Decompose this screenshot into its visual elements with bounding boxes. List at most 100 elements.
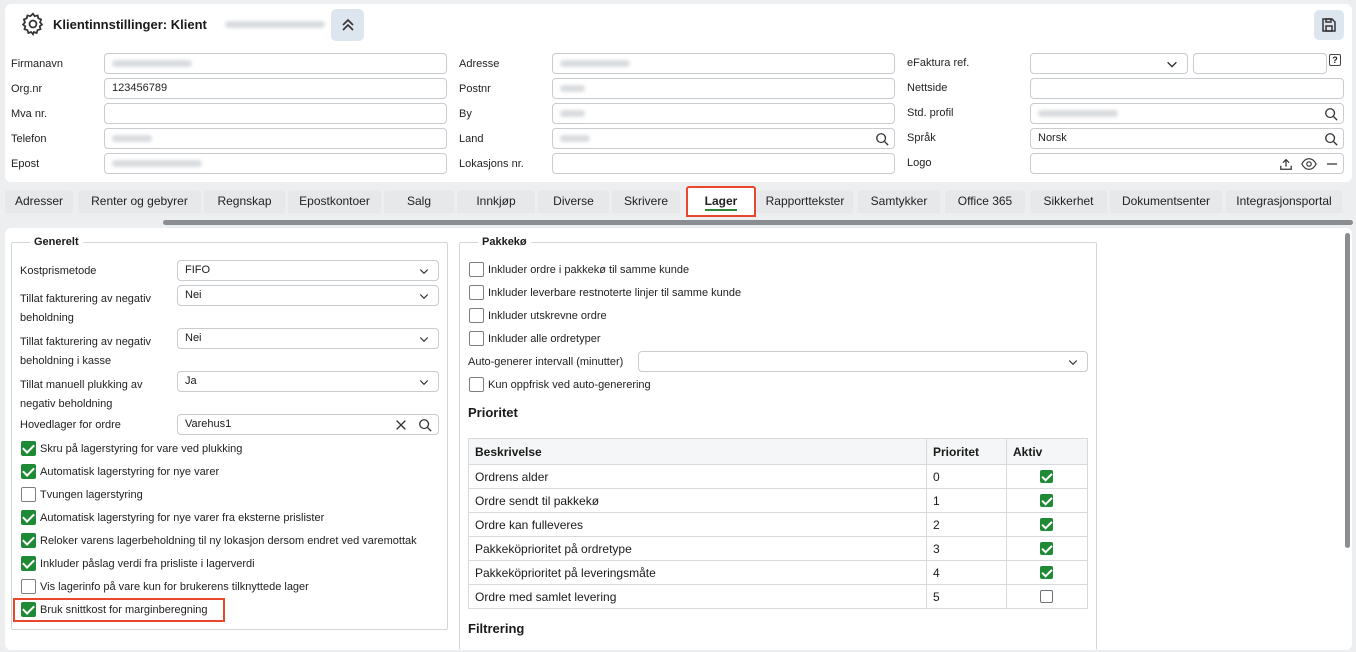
row-active-cell: [1006, 488, 1088, 513]
efaktura-select[interactable]: [1030, 53, 1188, 74]
tab-integrasjonsportal[interactable]: Integrasjonsportal: [1226, 190, 1342, 213]
tab-samtykker[interactable]: Samtykker: [858, 190, 940, 213]
chevron-up-double-icon: [342, 18, 354, 31]
kun-oppfrisk-checkbox[interactable]: [469, 377, 484, 392]
tab-label: Adresser: [14, 194, 64, 208]
header-card: Klientinnstillinger: Klient Firmanavn Or…: [5, 4, 1352, 182]
save-button[interactable]: [1314, 10, 1344, 40]
help-icon[interactable]: ?: [1329, 54, 1341, 66]
clear-icon[interactable]: [394, 418, 408, 432]
pakkeko-checkbox[interactable]: [469, 262, 484, 277]
auto-select[interactable]: [638, 351, 1088, 372]
col-prioritet[interactable]: Prioritet: [926, 438, 1007, 465]
upload-icon[interactable]: [1279, 157, 1293, 171]
tab-adresser[interactable]: Adresser: [5, 190, 73, 213]
postnr-input[interactable]: [552, 78, 895, 99]
row-active-cell: [1006, 560, 1088, 585]
row-active-cell: [1006, 512, 1088, 537]
table-row[interactable]: Pakkeköprioritet på ordretype 3: [468, 536, 1088, 561]
generelt-checkbox[interactable]: [21, 579, 36, 594]
tab-salg[interactable]: Salg: [384, 190, 454, 213]
tab-lager[interactable]: Lager: [686, 186, 756, 217]
mva-input[interactable]: [104, 103, 447, 124]
pakkeko-checkbox-label: Inkluder leverbare restnoterte linjer ti…: [488, 287, 742, 299]
row-active-checkbox[interactable]: [1040, 566, 1053, 579]
hovedlager-input[interactable]: Varehus1: [177, 414, 439, 435]
lager-panel: Generelt Kostprismetode FIFO Tillat fakt…: [5, 228, 1352, 650]
generelt-checkbox[interactable]: [21, 510, 36, 525]
nettside-label: Nettside: [907, 82, 948, 94]
sprak-input[interactable]: Norsk: [1030, 128, 1344, 149]
land-input[interactable]: [552, 128, 895, 149]
collapse-button[interactable]: [331, 9, 364, 41]
col-beskrivelse[interactable]: Beskrivelse: [468, 438, 927, 465]
epost-input[interactable]: [104, 153, 447, 174]
table-row[interactable]: Ordre sendt til pakkekø 1: [468, 488, 1088, 513]
row-description: Ordre sendt til pakkekø: [468, 488, 927, 513]
generelt-checkbox[interactable]: [21, 556, 36, 571]
search-icon[interactable]: [1324, 132, 1338, 146]
pakkeko-checkbox[interactable]: [469, 285, 484, 300]
nettside-input[interactable]: [1030, 78, 1344, 99]
tab-label: Renter og gebyrer: [91, 194, 188, 208]
row-active-checkbox[interactable]: [1040, 470, 1053, 483]
pakkeko-checkbox[interactable]: [469, 331, 484, 346]
generelt-checkbox-label: Automatisk lagerstyring for nye varer fr…: [40, 512, 325, 524]
std-profil-input[interactable]: [1030, 103, 1344, 124]
lokasjon-input[interactable]: [552, 153, 895, 174]
tab-office-365[interactable]: Office 365: [945, 190, 1025, 213]
tab-epostkontoer[interactable]: Epostkontoer: [288, 190, 381, 213]
col-aktiv[interactable]: Aktiv: [1006, 438, 1088, 465]
firmanavn-input[interactable]: [104, 53, 447, 74]
row-active-checkbox[interactable]: [1040, 494, 1053, 507]
table-row[interactable]: Pakkeköprioritet på leveringsmåte 4: [468, 560, 1088, 585]
minus-icon[interactable]: [1326, 157, 1338, 171]
firmanavn-label: Firmanavn: [11, 58, 63, 70]
tab-label: Integrasjonsportal: [1236, 194, 1332, 208]
tab-diverse[interactable]: Diverse: [538, 190, 609, 213]
table-row[interactable]: Ordrens alder 0: [468, 464, 1088, 489]
eye-icon[interactable]: [1301, 157, 1317, 171]
orgnr-input[interactable]: 123456789: [104, 78, 447, 99]
adresse-label: Adresse: [459, 58, 500, 70]
row-priority: 1: [926, 488, 1007, 513]
kostprismetode-label: Kostprismetode: [20, 265, 97, 277]
tab-regnskap[interactable]: Regnskap: [204, 190, 285, 213]
adresse-input[interactable]: [552, 53, 895, 74]
tab-sikkerhet[interactable]: Sikkerhet: [1030, 190, 1107, 213]
search-icon[interactable]: [418, 418, 432, 432]
row-active-cell: [1006, 536, 1088, 561]
by-input[interactable]: [552, 103, 895, 124]
telefon-input[interactable]: [104, 128, 447, 149]
kostprismetode-select[interactable]: FIFO: [177, 260, 439, 281]
tab-renter-og-gebyrer[interactable]: Renter og gebyrer: [78, 190, 201, 213]
generelt-checkbox[interactable]: [21, 441, 36, 456]
row-active-checkbox[interactable]: [1040, 590, 1053, 603]
tab-innkjøp[interactable]: Innkjøp: [457, 190, 535, 213]
manuell-select[interactable]: Ja: [177, 371, 439, 392]
generelt-checkbox[interactable]: [21, 464, 36, 479]
search-icon[interactable]: [1324, 107, 1338, 121]
tab-dokumentsenter[interactable]: Dokumentsenter: [1110, 190, 1222, 213]
table-row[interactable]: Ordre kan fulleveres 2: [468, 512, 1088, 537]
tab-label: Innkjøp: [476, 194, 516, 208]
panel-scrollbar[interactable]: [1345, 233, 1350, 548]
tab-scrollbar[interactable]: [163, 220, 1353, 225]
table-row[interactable]: Ordre med samlet levering 5: [468, 584, 1088, 609]
epost-label: Epost: [11, 158, 40, 170]
sprak-label: Språk: [907, 132, 936, 144]
search-icon[interactable]: [875, 132, 889, 146]
neg-kasse-select[interactable]: Nei: [177, 328, 439, 349]
efaktura-input[interactable]: [1193, 53, 1327, 74]
neg-beh-select[interactable]: Nei: [177, 285, 439, 306]
manuell-label: Tillat manuell plukking av negativ behold…: [20, 379, 143, 410]
generelt-checkbox[interactable]: [21, 533, 36, 548]
row-active-checkbox[interactable]: [1040, 518, 1053, 531]
logo-input[interactable]: [1030, 153, 1344, 174]
tab-rapporttekster[interactable]: Rapporttekster: [757, 190, 853, 213]
tab-skrivere[interactable]: Skrivere: [612, 190, 680, 213]
generelt-checkbox[interactable]: [21, 487, 36, 502]
generelt-checkbox-label: Skru på lagerstyring for vare ved plukki…: [40, 443, 243, 455]
row-active-checkbox[interactable]: [1040, 542, 1053, 555]
pakkeko-checkbox[interactable]: [469, 308, 484, 323]
